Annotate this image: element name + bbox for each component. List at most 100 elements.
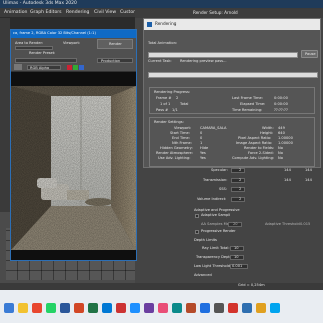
- frame-label: Frame #: [156, 96, 172, 100]
- store-icon[interactable]: [102, 303, 112, 313]
- frame-buffer-window: ca, frame 2, RGBA Color 32 Bits/Channel …: [10, 29, 137, 261]
- rendered-image: [11, 86, 136, 250]
- sss-value: 2: [239, 187, 242, 191]
- app-icon-grey[interactable]: [214, 303, 224, 313]
- word-icon[interactable]: [60, 303, 70, 313]
- transmission-value: 2: [239, 178, 242, 182]
- save-icon[interactable]: [14, 64, 22, 70]
- red-channel-icon[interactable]: [67, 65, 72, 70]
- channel-select[interactable]: RGB Alpha: [27, 65, 61, 70]
- adaptive-sampling-label: Adaptive Sampli: [201, 213, 231, 217]
- app-icon-blue[interactable]: [200, 303, 210, 313]
- ray-limit-label: Ray Limit Total:: [202, 246, 230, 250]
- app-titlebar: Ulimas - Autodesk 3ds Max 2020: [0, 0, 323, 8]
- transmission-rays: 144: [284, 178, 291, 182]
- rendering-dialog-title: Rendering: [155, 21, 177, 26]
- app-icon-red[interactable]: [228, 303, 238, 313]
- frame-of-label: 1 of 1: [160, 102, 171, 106]
- transparency-value: 10: [234, 255, 239, 259]
- specular-value: 2: [239, 168, 242, 172]
- app-icon-orange[interactable]: [256, 303, 266, 313]
- depth-header: Depth Limits: [194, 238, 217, 242]
- production-label: Production: [101, 58, 121, 63]
- render-output-area[interactable]: [11, 72, 136, 260]
- transmission-field[interactable]: [231, 178, 245, 183]
- time-remaining-value: ??:??:??: [274, 108, 288, 112]
- blue-channel-icon[interactable]: [79, 65, 84, 70]
- current-task-progress: [148, 72, 318, 78]
- use-adv-lighting-label: Use Adv. Lighting:: [158, 156, 191, 160]
- transmission-samples: 144: [305, 178, 312, 182]
- low-light-label: Low Light Threshold:: [194, 264, 232, 268]
- render-parameters-group: Render Settings: Viewport: CAMARA_SALA S…: [149, 117, 315, 167]
- use-adv-lighting-value: Yes: [200, 156, 206, 160]
- low-light-value: 0.001: [232, 264, 243, 268]
- total-label: Total: [180, 102, 189, 106]
- adaptive-threshold-value: 0.015: [300, 222, 311, 226]
- folder-icon[interactable]: [18, 303, 28, 313]
- time-remaining-label: Time Remaining:: [232, 108, 263, 112]
- max-icon[interactable]: [172, 303, 182, 313]
- grid-readout: Grid = 0,254m: [238, 283, 265, 287]
- render-preset-select[interactable]: [15, 58, 77, 63]
- progressive-label: Progressive Render: [201, 229, 236, 233]
- specular-label: Specular:: [211, 168, 228, 172]
- whatsapp-icon[interactable]: [46, 303, 56, 313]
- app-icon-purple[interactable]: [144, 303, 154, 313]
- compute-adv-lighting-label: Compute Adv. Lighting:: [232, 156, 275, 160]
- render-button-label: Render: [109, 42, 122, 46]
- excel-icon[interactable]: [88, 303, 98, 313]
- params-header: Render Settings:: [154, 120, 184, 124]
- specular-field[interactable]: [231, 168, 245, 173]
- progress-header: Rendering Progress:: [154, 90, 191, 94]
- specular-samples: 144: [305, 168, 312, 172]
- pass-value: 1/1: [172, 108, 178, 112]
- menu-rendering[interactable]: Rendering: [66, 10, 89, 15]
- last-frame-time-value: 0:00:00: [274, 96, 288, 100]
- adaptive-sampling-checkbox[interactable]: [195, 214, 199, 218]
- menu-graph-editors[interactable]: Graph Editors: [30, 10, 62, 15]
- app-title: Ulimas - Autodesk 3ds Max 2020: [3, 0, 77, 6]
- channel-value: RGB Alpha: [30, 65, 50, 70]
- volume-indirect-field[interactable]: [231, 197, 245, 202]
- sss-field[interactable]: [231, 187, 245, 192]
- pause-button[interactable]: Pause: [301, 50, 318, 58]
- photos-icon[interactable]: [158, 303, 168, 313]
- production-select[interactable]: Production: [97, 58, 133, 63]
- app-icon-navy[interactable]: [242, 303, 252, 313]
- adaptive-max-value: 20: [233, 222, 238, 226]
- rendering-dialog: Rendering Total Animation: Pause Current…: [143, 18, 321, 168]
- progressive-checkbox[interactable]: [195, 230, 199, 234]
- powerpoint-icon[interactable]: [74, 303, 84, 313]
- adaptive-max-label: AA Samples Max: [201, 222, 232, 226]
- pass-label: Pass #: [156, 108, 169, 112]
- ray-limit-value: 10: [234, 246, 239, 250]
- mail-icon[interactable]: [116, 303, 126, 313]
- frame-value: 2: [176, 96, 179, 100]
- volume-indirect-value: 2: [239, 197, 242, 201]
- menu-civil-view[interactable]: Civil View: [94, 10, 116, 15]
- advanced-header: Advanced: [194, 273, 212, 277]
- transmission-label: Transmission:: [203, 178, 228, 182]
- rendering-progress-group: Rendering Progress: Frame # 2 1 of 1 Tot…: [149, 87, 315, 114]
- frame-buffer-toolbar: Area to Render: Viewport: Render: [11, 38, 136, 50]
- status-bar: Grid = 0,254m: [0, 283, 323, 290]
- green-channel-icon[interactable]: [73, 65, 78, 70]
- elapsed-time-value: 0:00:00: [274, 102, 288, 106]
- compute-adv-lighting-value: No: [278, 156, 283, 160]
- frame-buffer-toolbar-2: Render Preset: Production RGB Alpha: [11, 50, 136, 72]
- frame-buffer-titlebar: ca, frame 2, RGBA Color 32 Bits/Channel …: [11, 30, 136, 38]
- viewport-select-label: Viewport:: [63, 41, 81, 45]
- volume-indirect-label: Volume Indirect:: [197, 197, 227, 201]
- specular-rays: 144: [284, 168, 291, 172]
- render-setup-title: Render Setup: Arnold: [193, 10, 238, 15]
- browser-icon[interactable]: [32, 303, 42, 313]
- edge-icon[interactable]: [130, 303, 140, 313]
- render-button[interactable]: Render: [97, 39, 133, 49]
- total-animation-progress: [148, 52, 298, 58]
- menu-animation[interactable]: Animation: [4, 10, 27, 15]
- rendering-dialog-titlebar: Rendering: [144, 19, 320, 30]
- app-icon-cyan[interactable]: [270, 303, 280, 313]
- start-icon[interactable]: [4, 303, 14, 313]
- autocad-icon[interactable]: [186, 303, 196, 313]
